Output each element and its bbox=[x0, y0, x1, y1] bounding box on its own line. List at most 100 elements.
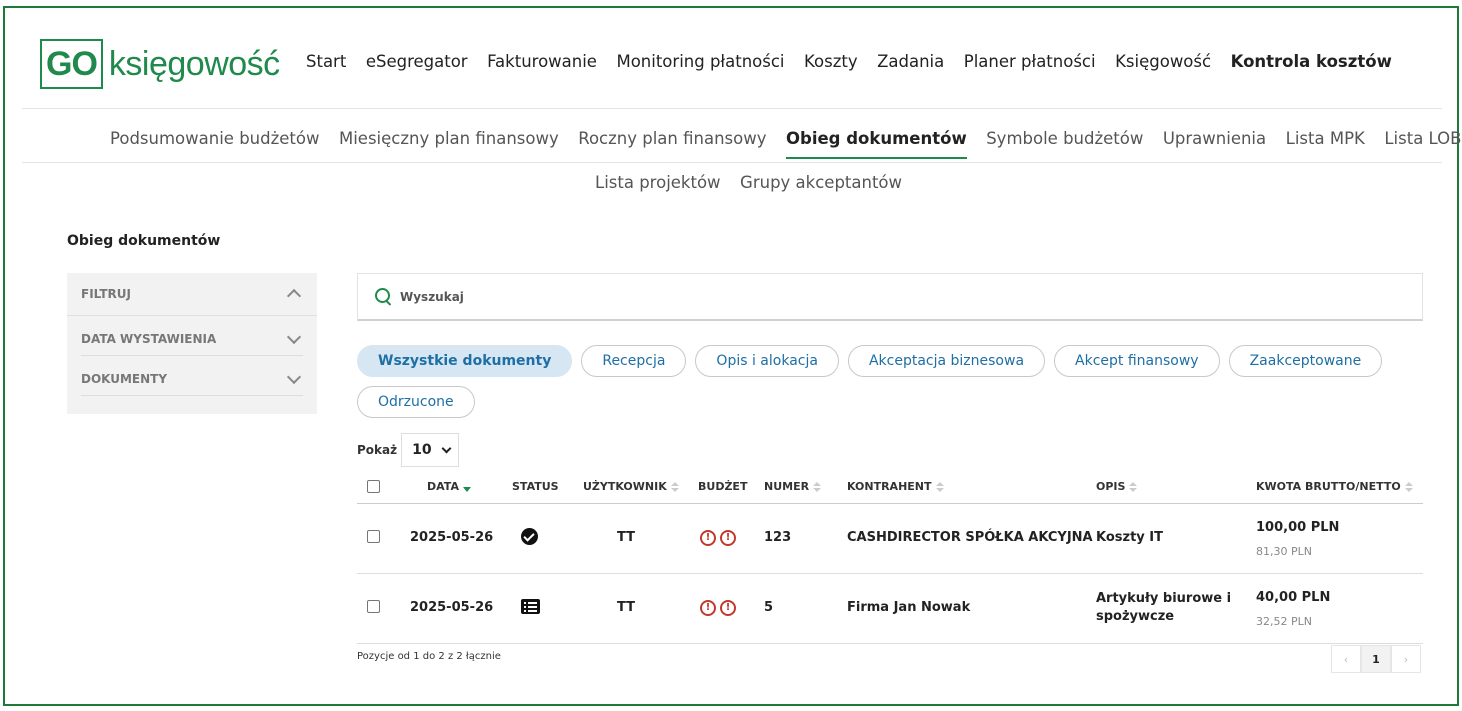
col-budzet: BUDŻET bbox=[698, 480, 747, 493]
search-icon bbox=[374, 287, 394, 307]
col-label: BUDŻET bbox=[698, 480, 748, 493]
logo-text: księgowość bbox=[108, 44, 280, 83]
nav-kontrola-kosztow[interactable]: Kontrola kosztów bbox=[1231, 52, 1392, 71]
subnav-uprawnienia[interactable]: Uprawnienia bbox=[1163, 129, 1266, 148]
col-label: UŻYTKOWNIK bbox=[583, 480, 667, 493]
row-checkbox[interactable] bbox=[367, 600, 380, 613]
chip-akcept-finansowy[interactable]: Akcept finansowy bbox=[1054, 345, 1220, 377]
subnav-miesieczny[interactable]: Miesięczny plan finansowy bbox=[339, 129, 559, 148]
row-date: 2025-05-26 bbox=[410, 530, 494, 545]
nav-planer[interactable]: Planer płatności bbox=[964, 52, 1096, 71]
alert-icon: ! bbox=[720, 600, 736, 616]
col-opis[interactable]: OPIS bbox=[1096, 480, 1138, 493]
logo-go: GO bbox=[40, 39, 103, 89]
col-label: DATA bbox=[427, 480, 459, 493]
check-circle-icon bbox=[521, 528, 538, 545]
row-checkbox[interactable] bbox=[367, 530, 380, 543]
col-uzytkownik[interactable]: UŻYTKOWNIK bbox=[583, 480, 679, 493]
page-button-1[interactable]: 1 bbox=[1361, 645, 1391, 673]
divider bbox=[22, 162, 1442, 163]
filter-row-label: DATA WYSTAWIENIA bbox=[81, 331, 217, 346]
row-number: 123 bbox=[764, 530, 792, 545]
nav-koszty[interactable]: Koszty bbox=[804, 52, 858, 71]
page-length-select[interactable]: 10 bbox=[401, 433, 460, 467]
chip-akceptacja-biznesowa[interactable]: Akceptacja biznesowa bbox=[847, 345, 1046, 377]
search-input[interactable] bbox=[400, 289, 1000, 304]
col-label: NUMER bbox=[764, 480, 810, 493]
subnav-roczny[interactable]: Roczny plan finansowy bbox=[578, 129, 766, 148]
table-row[interactable]: 2025-05-26 TT ! ! 5 Firma Jan Nowak Arty… bbox=[357, 574, 1423, 644]
budget-alerts: ! ! bbox=[700, 600, 740, 616]
pagination: ‹ 1 › bbox=[1331, 645, 1421, 673]
alert-icon: ! bbox=[720, 530, 736, 546]
main-nav: Start eSegregator Fakturowanie Monitorin… bbox=[306, 52, 1411, 71]
pagination-info: Pozycje od 1 do 2 z 2 łącznie bbox=[357, 651, 501, 662]
chevron-up-icon bbox=[286, 288, 302, 304]
subnav-lista-lob[interactable]: Lista LOB bbox=[1384, 129, 1461, 148]
col-data[interactable]: DATA bbox=[427, 480, 471, 493]
table-row[interactable]: 2025-05-26 TT ! ! 123 CASHDIRECTOR SPÓŁK… bbox=[357, 504, 1423, 574]
alert-icon: ! bbox=[700, 530, 716, 546]
select-all-checkbox[interactable] bbox=[367, 480, 380, 493]
col-label: KONTRAHENT bbox=[847, 480, 932, 493]
filter-label: FILTRUJ bbox=[81, 287, 131, 301]
sort-icon bbox=[813, 481, 822, 492]
amount-gross: 100,00 PLN bbox=[1256, 520, 1340, 535]
page-length: Pokaż 10 bbox=[357, 433, 460, 467]
col-kontrahent[interactable]: KONTRAHENT bbox=[847, 480, 944, 493]
filter-data-wystawienia[interactable]: DATA WYSTAWIENIA bbox=[81, 316, 303, 356]
col-status: STATUS bbox=[512, 480, 559, 493]
subnav-lista-projektow[interactable]: Lista projektów bbox=[595, 173, 721, 192]
table-header: DATA STATUS UŻYTKOWNIK BUDŻET NUMER KONT… bbox=[357, 470, 1423, 504]
chevron-down-icon bbox=[441, 443, 452, 453]
status-pending-icon bbox=[521, 599, 540, 614]
sort-icon bbox=[1404, 481, 1413, 492]
sub-nav: Podsumowanie budżetów Miesięczny plan fi… bbox=[110, 129, 1462, 159]
row-contractor: CASHDIRECTOR SPÓŁKA AKCYJNA bbox=[847, 530, 1093, 545]
subnav-grupy-akceptantow[interactable]: Grupy akceptantów bbox=[740, 173, 902, 192]
row-user: TT bbox=[617, 600, 636, 615]
filter-row-label: DOKUMENTY bbox=[81, 371, 168, 386]
chevron-down-icon bbox=[286, 369, 302, 384]
sort-icon bbox=[670, 481, 679, 492]
chip-recepcja[interactable]: Recepcja bbox=[581, 345, 687, 377]
col-kwota[interactable]: KWOTA BRUTTO/NETTO bbox=[1256, 480, 1413, 493]
list-icon bbox=[521, 599, 540, 614]
row-number: 5 bbox=[764, 600, 774, 615]
next-page-button[interactable]: › bbox=[1391, 645, 1421, 673]
nav-fakturowanie[interactable]: Fakturowanie bbox=[487, 52, 597, 71]
chip-odrzucone[interactable]: Odrzucone bbox=[357, 386, 475, 418]
nav-esegregator[interactable]: eSegregator bbox=[366, 52, 468, 71]
chip-zaakceptowane[interactable]: Zaakceptowane bbox=[1228, 345, 1383, 377]
row-amount: 100,00 PLN 81,30 PLN bbox=[1256, 520, 1339, 558]
nav-ksiegowosc[interactable]: Księgowość bbox=[1115, 52, 1211, 71]
col-label: STATUS bbox=[512, 480, 559, 493]
row-date: 2025-05-26 bbox=[410, 600, 494, 615]
prev-page-button[interactable]: ‹ bbox=[1331, 645, 1361, 673]
nav-zadania[interactable]: Zadania bbox=[877, 52, 944, 71]
page-title: Obieg dokumentów bbox=[67, 233, 221, 249]
filter-toggle[interactable]: FILTRUJ bbox=[67, 273, 317, 316]
nav-start[interactable]: Start bbox=[306, 52, 346, 71]
sort-desc-icon bbox=[462, 486, 471, 493]
amount-gross: 40,00 PLN bbox=[1256, 590, 1331, 605]
logo[interactable]: GO księgowość bbox=[40, 39, 280, 89]
nav-monitoring[interactable]: Monitoring płatności bbox=[616, 52, 784, 71]
subnav-obieg[interactable]: Obieg dokumentów bbox=[786, 129, 967, 159]
row-contractor: Firma Jan Nowak bbox=[847, 600, 971, 615]
sort-icon bbox=[1129, 481, 1138, 492]
status-approved-icon bbox=[521, 528, 538, 545]
chip-opis-alokacja[interactable]: Opis i alokacja bbox=[695, 345, 839, 377]
subnav-lista-mpk[interactable]: Lista MPK bbox=[1286, 129, 1365, 148]
sub-nav-row2: Lista projektów Grupy akceptantów bbox=[595, 173, 922, 192]
col-numer[interactable]: NUMER bbox=[764, 480, 822, 493]
chip-wszystkie[interactable]: Wszystkie dokumenty bbox=[357, 345, 573, 377]
subnav-symbole[interactable]: Symbole budżetów bbox=[986, 129, 1143, 148]
filter-dokumenty[interactable]: DOKUMENTY bbox=[81, 356, 303, 396]
row-desc: Artykuły biurowe i spożywcze bbox=[1096, 591, 1232, 624]
col-label: KWOTA BRUTTO/NETTO bbox=[1256, 480, 1401, 493]
filter-panel: FILTRUJ DATA WYSTAWIENIA DOKUMENTY bbox=[67, 273, 317, 414]
divider bbox=[22, 108, 1442, 109]
subnav-podsumowanie[interactable]: Podsumowanie budżetów bbox=[110, 129, 319, 148]
budget-alerts: ! ! bbox=[700, 530, 740, 546]
